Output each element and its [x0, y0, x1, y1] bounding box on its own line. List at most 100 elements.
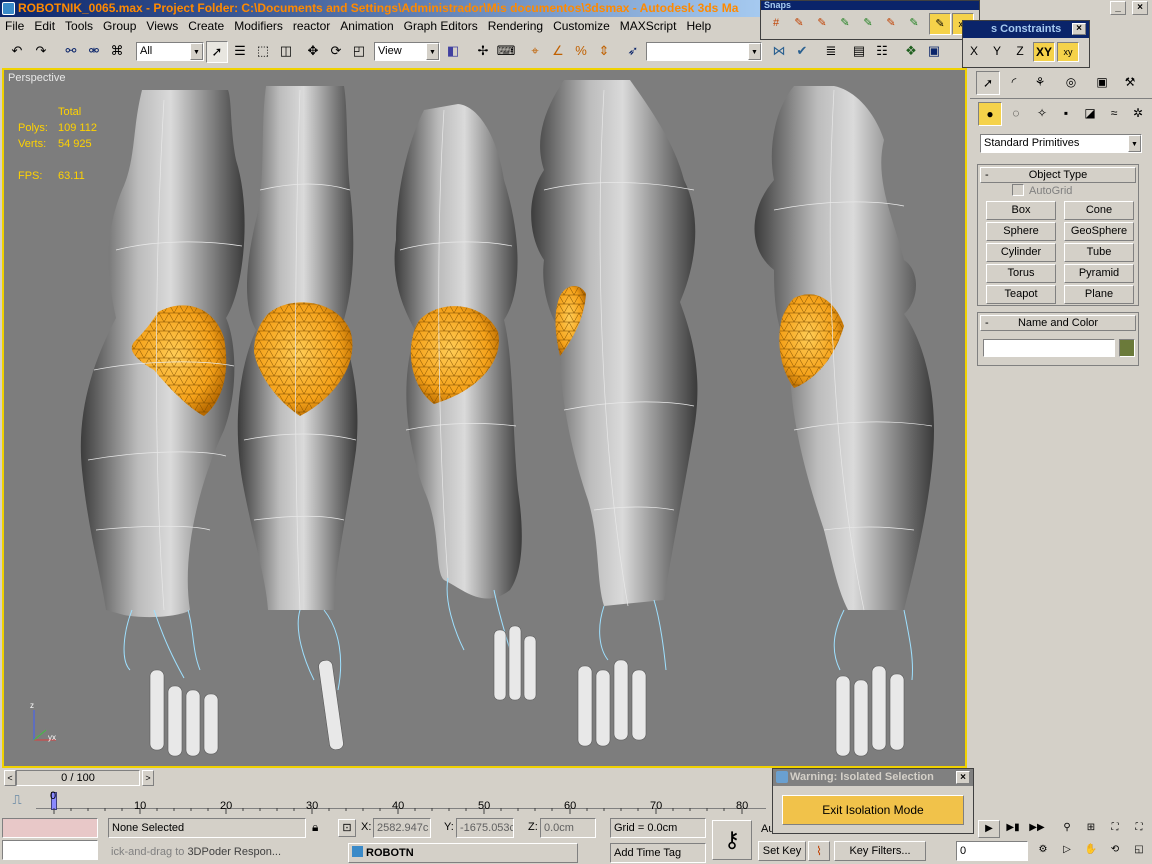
leg-model-2[interactable]: [237, 86, 358, 611]
select-object-icon[interactable]: ➚: [206, 41, 228, 63]
auto-key-button[interactable]: Au: [758, 820, 772, 840]
time-slider-track[interactable]: < 0 / 100 >: [0, 769, 770, 789]
spinner-snap-icon[interactable]: ⇕: [593, 41, 615, 63]
tangent-type-icon[interactable]: ⌇: [808, 841, 830, 861]
key-filters-button[interactable]: Key Filters...: [834, 841, 926, 861]
next-frame-icon[interactable]: ▶▮: [1002, 820, 1024, 838]
percent-snap-icon[interactable]: %: [570, 41, 592, 63]
align-icon[interactable]: ✔: [791, 41, 813, 63]
torus-button[interactable]: Torus: [986, 264, 1056, 283]
select-and-scale-icon[interactable]: ◰: [348, 41, 370, 63]
zoom-extents-all-icon[interactable]: ⛶: [1128, 820, 1150, 838]
systems-icon[interactable]: ✲: [1126, 102, 1150, 126]
select-and-rotate-icon[interactable]: ⟳: [325, 41, 347, 63]
set-key-icon[interactable]: ⚷: [712, 820, 752, 860]
leg-model-1[interactable]: [80, 90, 245, 618]
name-and-color-header[interactable]: - Name and Color: [980, 315, 1136, 331]
cone-button[interactable]: Cone: [1064, 201, 1134, 220]
menu-create[interactable]: Create: [183, 17, 229, 35]
dialog-close-icon[interactable]: ×: [956, 771, 970, 784]
leg-model-4[interactable]: [531, 80, 698, 607]
teapot-button[interactable]: Teapot: [986, 285, 1056, 304]
axis-x-button[interactable]: X: [964, 42, 984, 62]
axis-xy-button[interactable]: XY: [1033, 42, 1055, 62]
maxscript-mini-field[interactable]: [2, 840, 98, 860]
rectangular-selection-icon[interactable]: ⬚: [252, 41, 274, 63]
tube-button[interactable]: Tube: [1064, 243, 1134, 262]
plane-button[interactable]: Plane: [1064, 285, 1134, 304]
cameras-icon[interactable]: ▪: [1054, 102, 1078, 126]
menu-graph-editors[interactable]: Graph Editors: [399, 17, 483, 35]
field-of-view-icon[interactable]: ▷: [1056, 842, 1078, 860]
tab-hierarchy[interactable]: ⚘: [1028, 71, 1052, 95]
unlink-icon[interactable]: ⚮: [83, 41, 105, 63]
mirror-icon[interactable]: ⋈: [768, 41, 790, 63]
shapes-icon[interactable]: ◌: [1004, 102, 1028, 126]
zoom-icon[interactable]: ⚲: [1056, 820, 1078, 838]
snap-toggle-icon[interactable]: ✎: [929, 13, 951, 35]
taskbar-item-robotnik[interactable]: ROBOTN: [348, 843, 578, 863]
z-coordinate-field[interactable]: 0.0cm: [540, 818, 596, 838]
play-icon[interactable]: ▶: [978, 820, 1000, 838]
menu-views[interactable]: Views: [141, 17, 183, 35]
axis-y-button[interactable]: Y: [987, 42, 1007, 62]
axis-z-button[interactable]: Z: [1010, 42, 1030, 62]
tab-motion[interactable]: ◎: [1059, 71, 1083, 95]
bind-space-warp-icon[interactable]: ⌘: [106, 41, 128, 63]
time-prev-button[interactable]: <: [4, 770, 16, 786]
leg-model-3[interactable]: [394, 104, 522, 599]
app-icon[interactable]: [2, 2, 15, 15]
snap-pivot-icon[interactable]: ✎: [788, 13, 810, 35]
lights-icon[interactable]: ✧: [1030, 102, 1054, 126]
menu-file[interactable]: File: [0, 17, 29, 35]
angle-snap-icon[interactable]: ∠: [547, 41, 569, 63]
menu-customize[interactable]: Customize: [548, 17, 615, 35]
track-bar[interactable]: ⎍ 0 10 20 30 40 50 60 70 80: [0, 790, 770, 816]
autogrid-checkbox[interactable]: AutoGrid: [1012, 184, 1072, 197]
keyboard-shortcut-override-icon[interactable]: ⌨: [495, 41, 517, 63]
geometry-icon[interactable]: ●: [978, 102, 1002, 126]
select-and-move-icon[interactable]: ✥: [302, 41, 324, 63]
menu-modifiers[interactable]: Modifiers: [229, 17, 288, 35]
x-coordinate-field[interactable]: 2582.947c: [373, 818, 431, 838]
tab-modify[interactable]: ◜: [1002, 71, 1026, 95]
leg-model-5[interactable]: [754, 86, 935, 611]
pyramid-button[interactable]: Pyramid: [1064, 264, 1134, 283]
snap-midpoint-icon[interactable]: ✎: [857, 13, 879, 35]
named-selection-edit-icon[interactable]: ➶: [622, 41, 644, 63]
minimize-button[interactable]: _: [1110, 1, 1126, 15]
taskbar-item-respon[interactable]: Respon...: [234, 846, 281, 858]
menu-rendering[interactable]: Rendering: [483, 17, 548, 35]
snap-3d-icon[interactable]: ⌖: [524, 41, 546, 63]
menu-edit[interactable]: Edit: [29, 17, 60, 35]
object-name-field[interactable]: [983, 339, 1115, 357]
snap-endpoint-icon[interactable]: ✎: [834, 13, 856, 35]
category-dropdown[interactable]: Standard Primitives ▼: [980, 134, 1142, 153]
perspective-viewport[interactable]: Perspective Total Polys: 109 112 Verts: 54…: [2, 68, 967, 768]
snap-face-icon[interactable]: ✎: [903, 13, 925, 35]
object-color-swatch[interactable]: [1119, 339, 1135, 357]
sphere-button[interactable]: Sphere: [986, 222, 1056, 241]
axis-xy-cycle-icon[interactable]: xy: [1057, 42, 1079, 62]
tab-utilities[interactable]: ⚒: [1118, 71, 1142, 95]
absolute-mode-icon[interactable]: ⊡: [338, 819, 356, 837]
snap-grid-point-icon[interactable]: #: [765, 13, 787, 35]
pan-icon[interactable]: ✋: [1080, 842, 1102, 860]
y-coordinate-field[interactable]: -1675.053c: [456, 818, 514, 838]
cylinder-button[interactable]: Cylinder: [986, 243, 1056, 262]
geosphere-button[interactable]: GeoSphere: [1064, 222, 1134, 241]
select-by-name-icon[interactable]: ☰: [229, 41, 251, 63]
finger-claws[interactable]: [149, 625, 905, 757]
undo-icon[interactable]: ↶: [6, 41, 28, 63]
select-and-link-icon[interactable]: ⚯: [60, 41, 82, 63]
redo-icon[interactable]: ↷: [30, 41, 52, 63]
menu-tools[interactable]: Tools: [60, 17, 98, 35]
close-icon[interactable]: ×: [1072, 23, 1086, 35]
object-type-header[interactable]: - Object Type: [980, 167, 1136, 183]
helpers-icon[interactable]: ◪: [1078, 102, 1102, 126]
manipulate-icon[interactable]: ✢: [472, 41, 494, 63]
material-editor-icon[interactable]: ❖: [900, 41, 922, 63]
window-crossing-icon[interactable]: ◫: [275, 41, 297, 63]
selection-filter-dropdown[interactable]: All ▼: [136, 42, 204, 61]
menu-help[interactable]: Help: [681, 17, 716, 35]
